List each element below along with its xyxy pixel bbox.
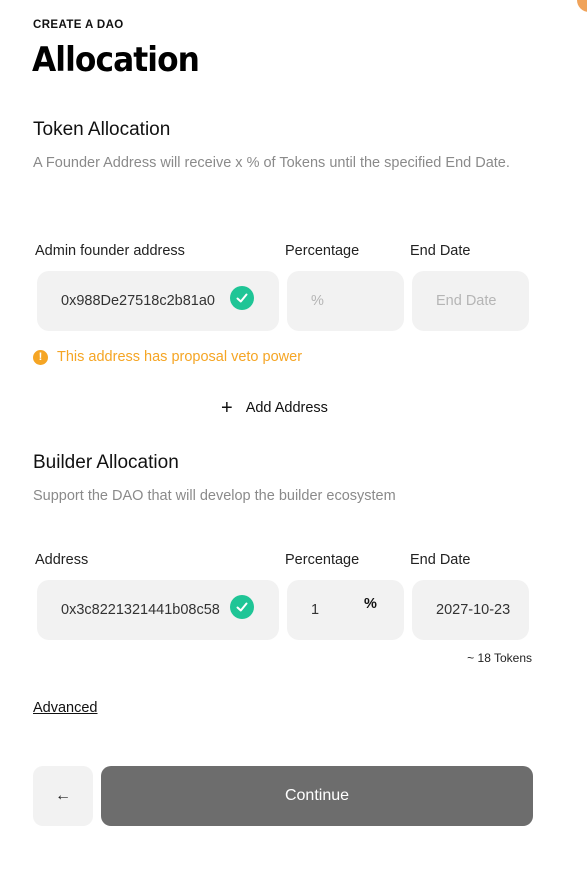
builder-percentage-label: Percentage <box>285 552 360 568</box>
arrow-left-icon: ← <box>55 787 71 804</box>
builder-end-date-value: 2027-10-23 <box>436 602 511 618</box>
percent-unit: % <box>364 596 377 612</box>
token-allocation-title: Token Allocation <box>33 119 171 140</box>
back-button[interactable]: ← <box>33 766 93 826</box>
warning-text: This address has proposal veto power <box>57 349 303 365</box>
builder-end-date-label: End Date <box>410 552 471 568</box>
builder-end-date-field[interactable]: 2027-10-23 <box>412 580 529 640</box>
admin-address-value: 0x988De27518c2b81a0 <box>61 293 215 309</box>
page-title: Allocation <box>32 40 200 80</box>
builder-percentage-field[interactable]: 1 % <box>287 580 404 640</box>
continue-button[interactable]: Continue <box>101 766 533 826</box>
builder-address-label: Address <box>35 552 89 568</box>
token-allocation-description: A Founder Address will receive x % of To… <box>33 155 510 171</box>
builder-allocation-description: Support the DAO that will develop the bu… <box>33 488 396 504</box>
end-date-placeholder: End Date <box>436 293 497 309</box>
veto-warning: ! This address has proposal veto power <box>33 349 302 365</box>
token-estimate: ~ 18 Tokens <box>467 651 532 665</box>
advanced-link[interactable]: Advanced <box>33 700 98 716</box>
builder-address-value: 0x3c8221321441b08c58 <box>61 602 220 618</box>
builder-allocation-title: Builder Allocation <box>33 452 179 473</box>
corner-decoration <box>577 0 587 12</box>
warning-icon: ! <box>33 349 48 365</box>
add-address-label: Add Address <box>245 400 328 416</box>
valid-check-icon <box>230 286 254 310</box>
end-date-field[interactable]: End Date <box>412 271 529 331</box>
add-address-button[interactable]: + Add Address <box>221 398 328 418</box>
plus-icon: + <box>221 397 233 419</box>
percentage-placeholder: % <box>311 293 324 309</box>
percentage-field[interactable]: % <box>287 271 404 331</box>
admin-address-label: Admin founder address <box>35 243 185 259</box>
valid-check-icon <box>230 595 254 619</box>
builder-percentage-value: 1 <box>311 602 320 618</box>
percentage-label: Percentage <box>285 243 360 259</box>
end-date-label: End Date <box>410 243 471 259</box>
breadcrumb: CREATE A DAO <box>33 19 124 31</box>
